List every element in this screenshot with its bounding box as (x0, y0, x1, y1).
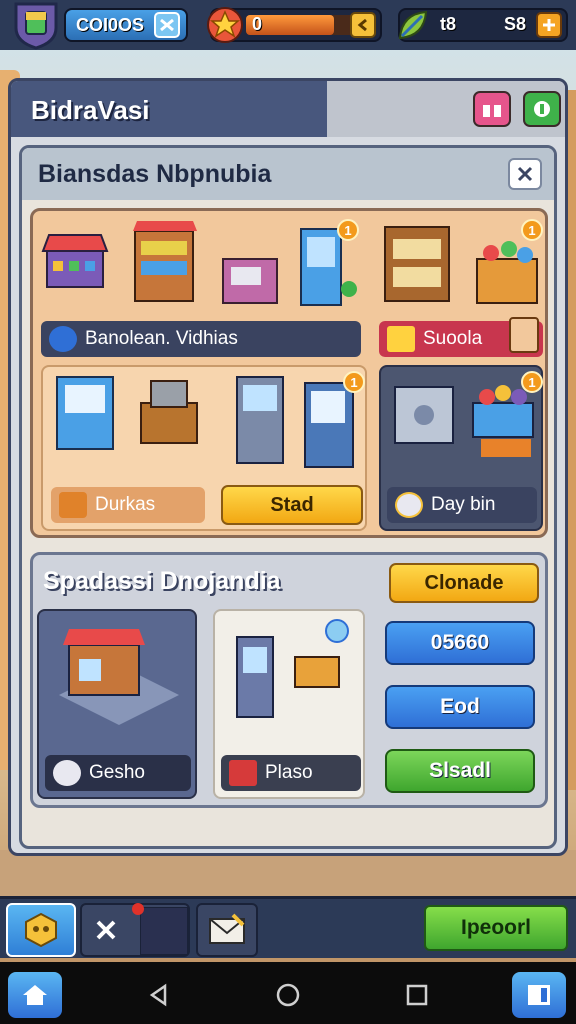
blue-orb-icon (49, 326, 77, 352)
home-nav-button[interactable] (273, 980, 303, 1010)
shop-card-right: 1 Day bin (379, 365, 543, 531)
shop-card-left: 1 Durkas Stad (41, 365, 367, 531)
row1-tag: Suoola (423, 328, 483, 349)
coin-stack-icon (395, 492, 423, 518)
recents-nav-button[interactable] (402, 980, 432, 1010)
window-header-actions (327, 81, 565, 137)
stars-pill: 0 (207, 7, 382, 43)
gift-icon (483, 101, 501, 117)
info-button[interactable] (523, 91, 561, 127)
triangle-back-icon (149, 983, 167, 1007)
crate-icon[interactable] (135, 373, 205, 451)
badge-a: 1 (337, 219, 359, 241)
tab-mail[interactable] (196, 903, 258, 957)
red-ticket-icon (229, 760, 257, 786)
currency-a-value: COI0OS (76, 14, 145, 35)
player-badge-icon[interactable] (8, 0, 64, 50)
storefront-icon (49, 615, 189, 745)
close-icon (517, 166, 533, 182)
window-title: BidraVasi (31, 95, 150, 125)
honey-cube-icon (25, 912, 57, 948)
bookcase-icon[interactable] (379, 217, 463, 309)
info-icon (534, 101, 550, 117)
panel-icon (528, 985, 550, 1005)
safe-icon[interactable] (389, 377, 463, 457)
box-icon (59, 492, 87, 518)
row1-tag-bar[interactable]: Suoola (379, 317, 543, 357)
gift-button[interactable] (473, 91, 511, 127)
window-title-bar: BidraVasi (11, 81, 327, 137)
badge-d: 1 (521, 371, 543, 393)
x-icon (96, 920, 116, 940)
square-recents-icon (406, 984, 428, 1006)
special-card-a[interactable]: Gesho (37, 609, 197, 799)
circle-home-icon (276, 983, 300, 1007)
special-button-2[interactable]: Eod (385, 685, 535, 729)
home-app-button[interactable] (8, 972, 62, 1018)
special-button-3[interactable]: Slsadl (385, 749, 535, 793)
shop-panel: Biansdas Nbpnubia 1 1 Banolean. Vidhias … (19, 145, 557, 849)
envelope-icon (209, 913, 245, 944)
currency-a-pill[interactable]: COI0OS (64, 8, 188, 42)
back-nav-button[interactable] (144, 980, 174, 1010)
special-card-a-label: Gesho (89, 762, 145, 783)
row2-right-label: Day bin (431, 494, 496, 515)
special-button-1[interactable]: 05660 (385, 621, 535, 665)
notification-dot-icon (132, 903, 144, 915)
row1-label-bar[interactable]: Banolean. Vidhias (41, 321, 361, 357)
tab-home[interactable] (6, 903, 76, 957)
stone-icon (53, 760, 81, 786)
row2-label-bar[interactable]: Durkas (51, 487, 205, 523)
shop-items-area: 1 1 Banolean. Vidhias Suoola 1 Durkas St… (30, 208, 548, 538)
system-nav-bar (0, 962, 576, 1024)
shelf-icon[interactable] (129, 219, 201, 309)
coffee-cup-icon (509, 317, 539, 353)
kiosk-icon (225, 617, 359, 741)
stars-value: 0 (252, 14, 263, 34)
arcade-icon[interactable] (229, 371, 293, 471)
top-resource-bar: COI0OS 0 t8 S8 (0, 0, 576, 50)
action-button[interactable]: Ipeoorl (424, 905, 568, 951)
gems-pill: t8 S8 (398, 8, 568, 42)
star-tag-icon (387, 326, 415, 352)
chevron-left-icon[interactable] (350, 12, 376, 38)
main-window: BidraVasi Biansdas Nbpnubia 1 1 Banolean… (8, 78, 568, 856)
shop-panel-header: Biansdas Nbpnubia (22, 148, 554, 200)
row2-right-label-bar[interactable]: Day bin (387, 487, 537, 523)
special-title: Spadassi Dnojandia (43, 567, 281, 595)
special-card-a-label-bar: Gesho (45, 755, 191, 791)
bottom-tab-bar: Ipeoorl (0, 896, 576, 958)
clonade-button[interactable]: Clonade (389, 563, 539, 603)
stad-button[interactable]: Stad (221, 485, 363, 525)
shop-panel-title: Biansdas Nbpnubia (38, 160, 272, 188)
register-icon[interactable] (217, 239, 283, 311)
special-card-b[interactable]: Plaso (213, 609, 365, 799)
special-area: Spadassi Dnojandia Clonade Gesho Plaso 0… (30, 552, 548, 808)
shuffle-icon[interactable] (154, 12, 180, 38)
star-icon (206, 6, 244, 49)
row1-label: Banolean. Vidhias (85, 328, 238, 349)
house-icon (23, 985, 47, 1005)
gems-right-value: S8 (504, 14, 527, 34)
row2-label: Durkas (95, 494, 156, 515)
menu-app-button[interactable] (512, 972, 566, 1018)
leaf-icon (396, 8, 430, 47)
tab-close[interactable] (80, 903, 190, 957)
atm-icon[interactable] (49, 371, 129, 455)
special-card-b-label: Plaso (265, 762, 313, 783)
plus-icon[interactable] (536, 12, 562, 38)
gems-left-value: t8 (440, 14, 457, 34)
close-button[interactable] (508, 158, 542, 190)
special-card-b-label-bar: Plaso (221, 755, 361, 791)
badge-c: 1 (343, 371, 365, 393)
badge-b: 1 (521, 219, 543, 241)
market-stall-icon[interactable] (41, 221, 119, 301)
